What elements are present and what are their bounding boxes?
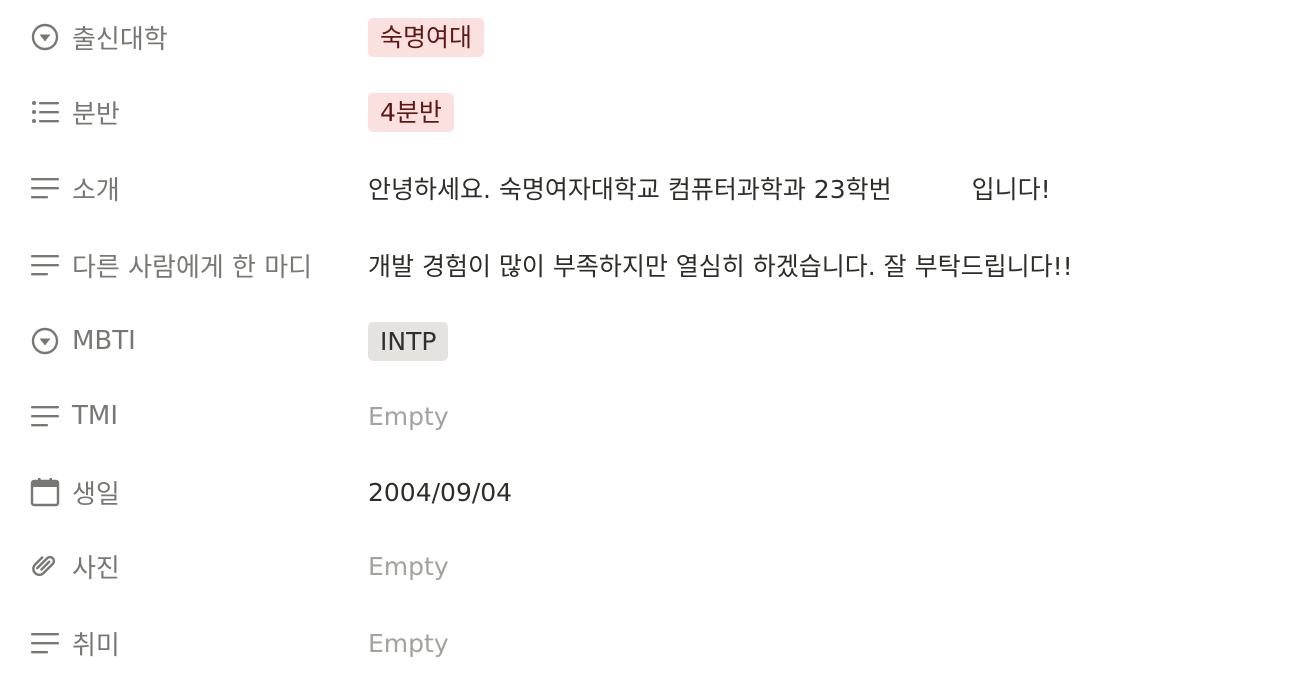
text-icon [28,399,62,433]
property-label: 다른 사람에게 한 마디 [72,252,313,283]
text-icon [28,626,62,660]
property-label: 분반 [72,99,120,130]
property-value-intro[interactable]: 안녕하세요. 숙명여자대학교 컴퓨터과학과 23학번 입니다! [368,158,1051,218]
property-name-intro[interactable]: 소개 [28,158,358,218]
property-row-message: 다른 사람에게 한 마디 개발 경험이 많이 부족하지만 열심히 하겠습니다. … [28,235,1288,295]
property-name-university[interactable]: 출신대학 [28,7,358,67]
property-label: 출신대학 [72,24,168,55]
property-name-tmi[interactable]: TMI [28,386,358,446]
select-tag: 숙명여대 [368,17,485,57]
text-icon [28,248,62,282]
property-label: MBTI [72,326,136,356]
select-icon [28,324,62,358]
property-value-tmi[interactable]: Empty [368,386,449,446]
property-row-intro: 소개 안녕하세요. 숙명여자대학교 컴퓨터과학과 23학번 입니다! [28,158,1288,218]
property-row-class: 분반 4분반 [28,82,1288,142]
property-row-university: 출신대학 숙명여대 [28,7,1288,67]
property-value-mbti[interactable]: INTP [368,311,449,371]
property-row-photo: 사진 Empty [28,536,1288,596]
intro-text-start: 안녕하세요. 숙명여자대학교 컴퓨터과학과 23학번 [368,175,892,204]
calendar-icon [28,475,62,509]
property-value-photo[interactable]: Empty [368,536,449,596]
property-label: 사진 [72,553,120,584]
property-name-class[interactable]: 분반 [28,82,358,142]
property-value-birthday[interactable]: 2004/09/04 [368,462,512,522]
text-icon [28,171,62,205]
select-tag: INTP [368,321,449,361]
property-label: 생일 [72,479,120,510]
property-value-hobby[interactable]: Empty [368,613,449,673]
property-value-message[interactable]: 개발 경험이 많이 부족하지만 열심히 하겠습니다. 잘 부탁드립니다!! [368,235,1073,295]
property-name-photo[interactable]: 사진 [28,536,358,596]
property-row-tmi: TMI Empty [28,386,1288,446]
property-row-mbti: MBTI INTP [28,311,1288,371]
property-name-hobby[interactable]: 취미 [28,613,358,673]
property-name-message[interactable]: 다른 사람에게 한 마디 [28,235,358,295]
property-label: TMI [72,401,118,431]
property-label: 소개 [72,175,120,206]
property-value-class[interactable]: 4분반 [368,82,454,142]
property-name-birthday[interactable]: 생일 [28,462,358,522]
property-value-university[interactable]: 숙명여대 [368,7,485,67]
multi-select-icon [28,95,62,129]
paperclip-icon [28,549,62,583]
empty-placeholder: Empty [368,401,449,431]
empty-placeholder: Empty [368,551,449,581]
property-name-mbti[interactable]: MBTI [28,311,358,371]
select-icon [28,20,62,54]
property-row-birthday: 생일 2004/09/04 [28,462,1288,522]
property-label: 취미 [72,630,120,661]
property-row-hobby: 취미 Empty [28,613,1288,673]
multi-select-tag: 4분반 [368,92,454,132]
date-value: 2004/09/04 [368,477,513,507]
message-text: 개발 경험이 많이 부족하지만 열심히 하겠습니다. 잘 부탁드립니다!! [368,252,1073,281]
intro-text-end: 입니다! [971,175,1051,204]
empty-placeholder: Empty [368,628,449,658]
